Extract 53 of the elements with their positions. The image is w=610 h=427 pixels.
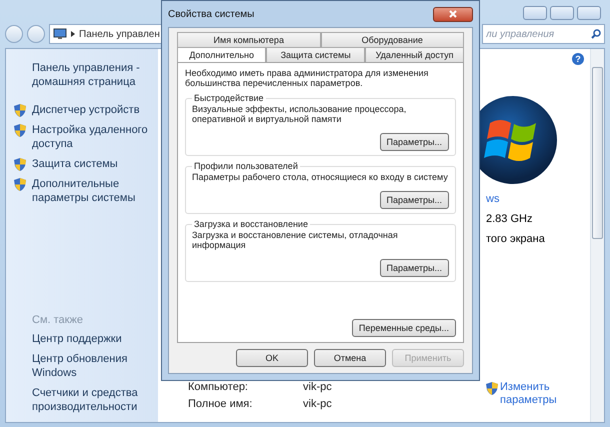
search-icon	[591, 29, 601, 39]
info-text: того экрана	[486, 233, 546, 245]
minimize-button[interactable]	[523, 6, 547, 20]
shield-icon	[14, 158, 26, 171]
see-also-link[interactable]: Центр обновления Windows	[14, 352, 152, 380]
group-title: Быстродействие	[193, 93, 265, 103]
group-description: Параметры рабочего стола, относящиеся ко входу в систему	[192, 172, 449, 182]
see-also-link[interactable]: Центр поддержки	[14, 332, 152, 346]
detail-label: Компьютер:	[188, 381, 249, 393]
scrollbar[interactable]	[590, 49, 604, 422]
group-description: Визуальные эффекты, использование процессора, оперативной и виртуальной памяти	[192, 104, 408, 124]
tab[interactable]: Защита системы	[266, 47, 366, 62]
admin-note: Необходимо иметь права администратора для изменения большинства перечисленных параметров.	[185, 68, 430, 88]
detail-value: vik-pc	[303, 398, 332, 410]
sidebar-link[interactable]: Защита системы	[32, 157, 118, 171]
dialog-button[interactable]: OK	[236, 349, 308, 367]
detail-label: Полное имя:	[188, 398, 254, 410]
dialog-button[interactable]: Отмена	[314, 349, 386, 367]
address-text: Панель управлен	[79, 28, 160, 40]
tab[interactable]: Удаленный доступ	[365, 47, 464, 62]
close-icon	[449, 10, 457, 18]
info-link[interactable]: ws	[486, 193, 590, 205]
shield-icon	[14, 178, 26, 191]
settings-button[interactable]: Параметры...	[380, 133, 449, 151]
tab[interactable]: Дополнительно	[177, 47, 266, 62]
shield-icon	[486, 382, 498, 395]
shield-icon	[14, 104, 26, 117]
back-button[interactable]	[5, 25, 23, 43]
info-text: 2.83 GHz	[486, 213, 534, 225]
group-title: Загрузка и восстановление	[193, 219, 309, 229]
group-title: Профили пользователей	[193, 161, 299, 171]
tab[interactable]: Имя компьютера	[177, 32, 320, 47]
see-also-link[interactable]: Счетчики и средства производительности	[14, 386, 152, 414]
change-settings-link[interactable]: Изменить параметры	[500, 381, 557, 410]
close-button[interactable]	[433, 6, 473, 22]
detail-value: vik-pc	[303, 381, 332, 393]
monitor-icon	[53, 28, 67, 40]
group-description: Загрузка и восстановление системы, отладочная информация	[192, 230, 399, 250]
see-also-heading: См. также	[31, 314, 84, 326]
shield-icon	[14, 124, 26, 137]
tab[interactable]: Оборудование	[320, 32, 464, 47]
settings-button[interactable]: Параметры...	[380, 191, 449, 209]
sidebar-link[interactable]: Настройка удаленного доступа	[32, 123, 152, 151]
settings-button[interactable]: Параметры...	[380, 259, 449, 277]
forward-button[interactable]	[27, 25, 45, 43]
sidebar-link[interactable]: Диспетчер устройств	[32, 103, 140, 117]
dialog-title: Свойства системы	[168, 8, 254, 20]
chevron-icon	[71, 31, 75, 37]
environment-variables-button[interactable]: Переменные среды...	[352, 319, 456, 337]
sidebar-link[interactable]: Дополнительные параметры системы	[32, 177, 152, 205]
sidebar-link[interactable]: Панель управления - домашняя страница	[32, 61, 152, 89]
help-icon[interactable]: ?	[572, 53, 584, 65]
maximize-button[interactable]	[550, 6, 574, 20]
